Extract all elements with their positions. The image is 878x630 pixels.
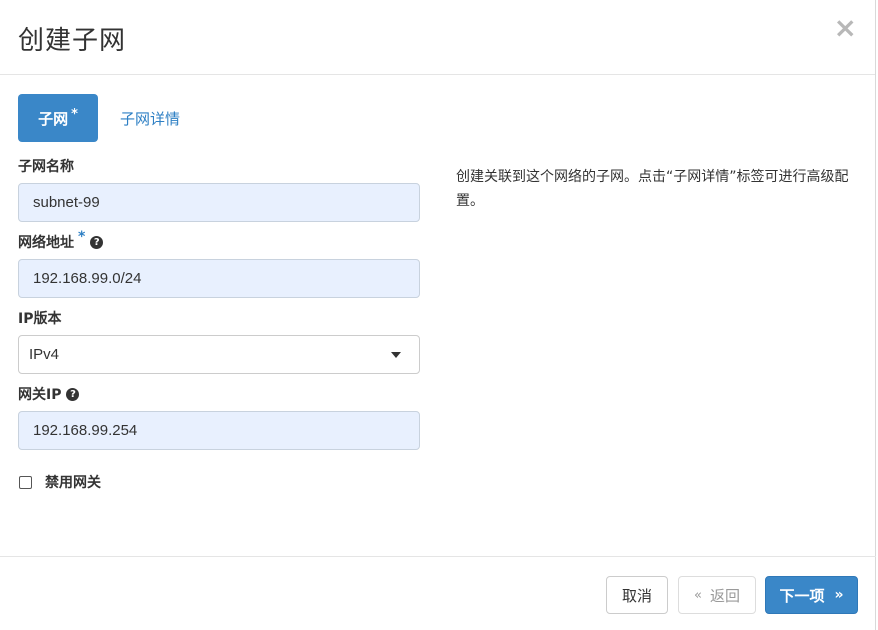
required-marker: *	[71, 106, 78, 122]
tab-subnet[interactable]: 子网 *	[18, 94, 98, 142]
disable-gateway-label[interactable]: 禁用网关	[45, 472, 101, 492]
ip-version-selected-value: IPv4	[29, 346, 60, 363]
double-chevron-right-icon: »	[834, 587, 844, 603]
subnet-name-input[interactable]	[18, 183, 420, 222]
double-chevron-left-icon: «	[694, 587, 702, 603]
tab-subnet-label: 子网	[38, 109, 69, 128]
network-address-group: 网络地址 * ?	[18, 229, 420, 298]
back-button-label: 返回	[709, 586, 740, 605]
ip-version-group: IP版本 IPv4	[18, 307, 420, 374]
next-button-label: 下一项	[779, 586, 825, 605]
caret-down-icon	[391, 352, 401, 358]
gateway-ip-label: 网关IP ?	[18, 383, 420, 405]
gateway-ip-input[interactable]	[18, 411, 420, 450]
dialog-title: 创建子网	[18, 26, 127, 56]
back-button[interactable]: « 返回	[678, 576, 756, 614]
disable-gateway-checkbox[interactable]	[19, 475, 32, 489]
tab-subnet-details[interactable]: 子网详情	[98, 94, 202, 142]
ip-version-label-text: IP版本	[18, 311, 62, 327]
network-address-label: 网络地址 * ?	[18, 229, 420, 253]
cancel-button[interactable]: 取消	[606, 576, 668, 614]
subnet-name-group: 子网名称	[18, 155, 420, 222]
network-address-label-text: 网络地址	[18, 235, 74, 251]
network-address-input[interactable]	[18, 259, 420, 298]
ip-version-select[interactable]: IPv4	[18, 335, 420, 374]
gateway-ip-label-text: 网关IP	[18, 387, 62, 403]
help-description: 创建关联到这个网络的子网。点击“子网详情”标签可进行高级配置。	[456, 169, 849, 209]
subnet-name-label: 子网名称	[18, 155, 420, 177]
subnet-name-label-text: 子网名称	[18, 159, 74, 175]
required-marker: *	[78, 229, 86, 245]
dialog-footer: 取消 « 返回 下一项 »	[0, 556, 876, 630]
gateway-ip-group: 网关IP ?	[18, 383, 420, 450]
tab-subnet-details-label: 子网详情	[120, 109, 181, 128]
close-icon[interactable]: ×	[834, 14, 857, 42]
wizard-tabs: 子网 * 子网详情	[18, 94, 202, 142]
disable-gateway-row: 禁用网关	[18, 472, 420, 492]
dialog-header: 创建子网 ×	[0, 0, 875, 75]
subnet-form: 子网名称 网络地址 * ? IP版本 IPv4 网关IP ?	[18, 155, 420, 492]
question-circle-icon[interactable]: ?	[66, 387, 80, 401]
create-subnet-dialog: 创建子网 × 子网 * 子网详情 子网名称 网络地址 * ?	[0, 0, 876, 630]
ip-version-label: IP版本	[18, 307, 420, 329]
cancel-button-label: 取消	[621, 586, 652, 605]
next-button[interactable]: 下一项 »	[765, 576, 858, 614]
question-circle-icon[interactable]: ?	[90, 235, 104, 249]
